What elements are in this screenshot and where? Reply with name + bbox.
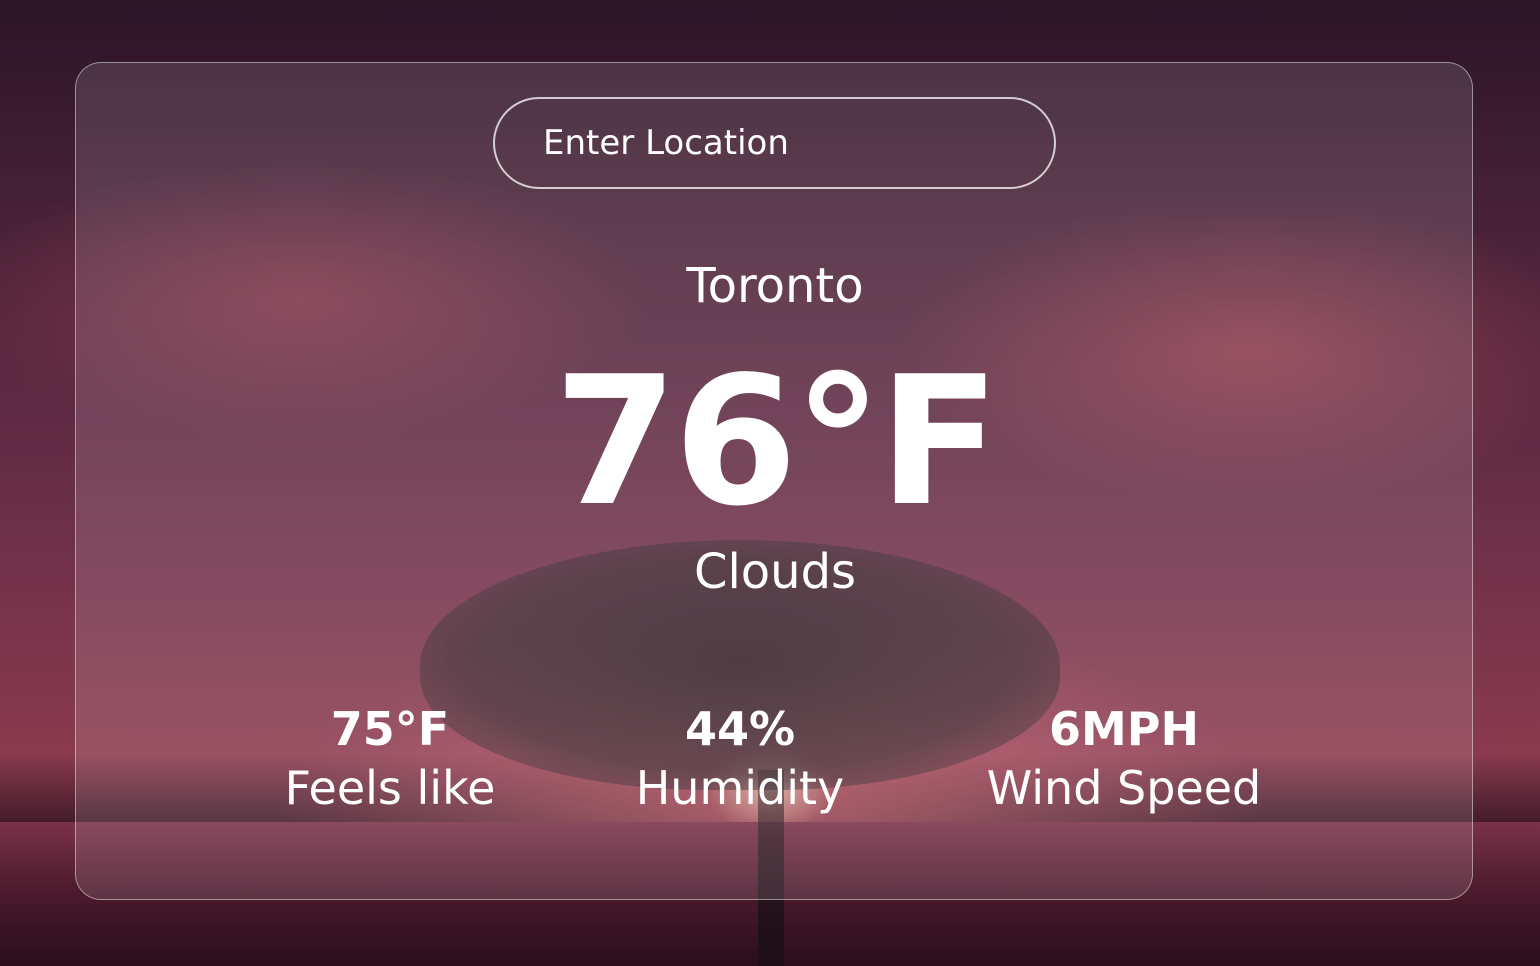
feels-like-label: Feels like bbox=[284, 761, 496, 815]
wind-speed-label: Wind Speed bbox=[986, 761, 1262, 815]
weather-condition: Clouds bbox=[693, 544, 857, 600]
humidity-stat: 44% Humidity bbox=[540, 700, 940, 818]
wind-speed-stat: 6MPH Wind Speed bbox=[924, 700, 1324, 818]
feels-like-value: 75°F bbox=[330, 702, 450, 756]
feels-like-stat: 75°F Feels like bbox=[190, 700, 590, 818]
location-search-input[interactable] bbox=[493, 97, 1056, 189]
city-name: Toronto bbox=[686, 258, 864, 314]
wind-speed-value: 6MPH bbox=[1049, 702, 1199, 756]
current-temperature: 76°F bbox=[553, 338, 1000, 545]
humidity-value: 44% bbox=[684, 702, 796, 756]
humidity-label: Humidity bbox=[635, 761, 845, 815]
